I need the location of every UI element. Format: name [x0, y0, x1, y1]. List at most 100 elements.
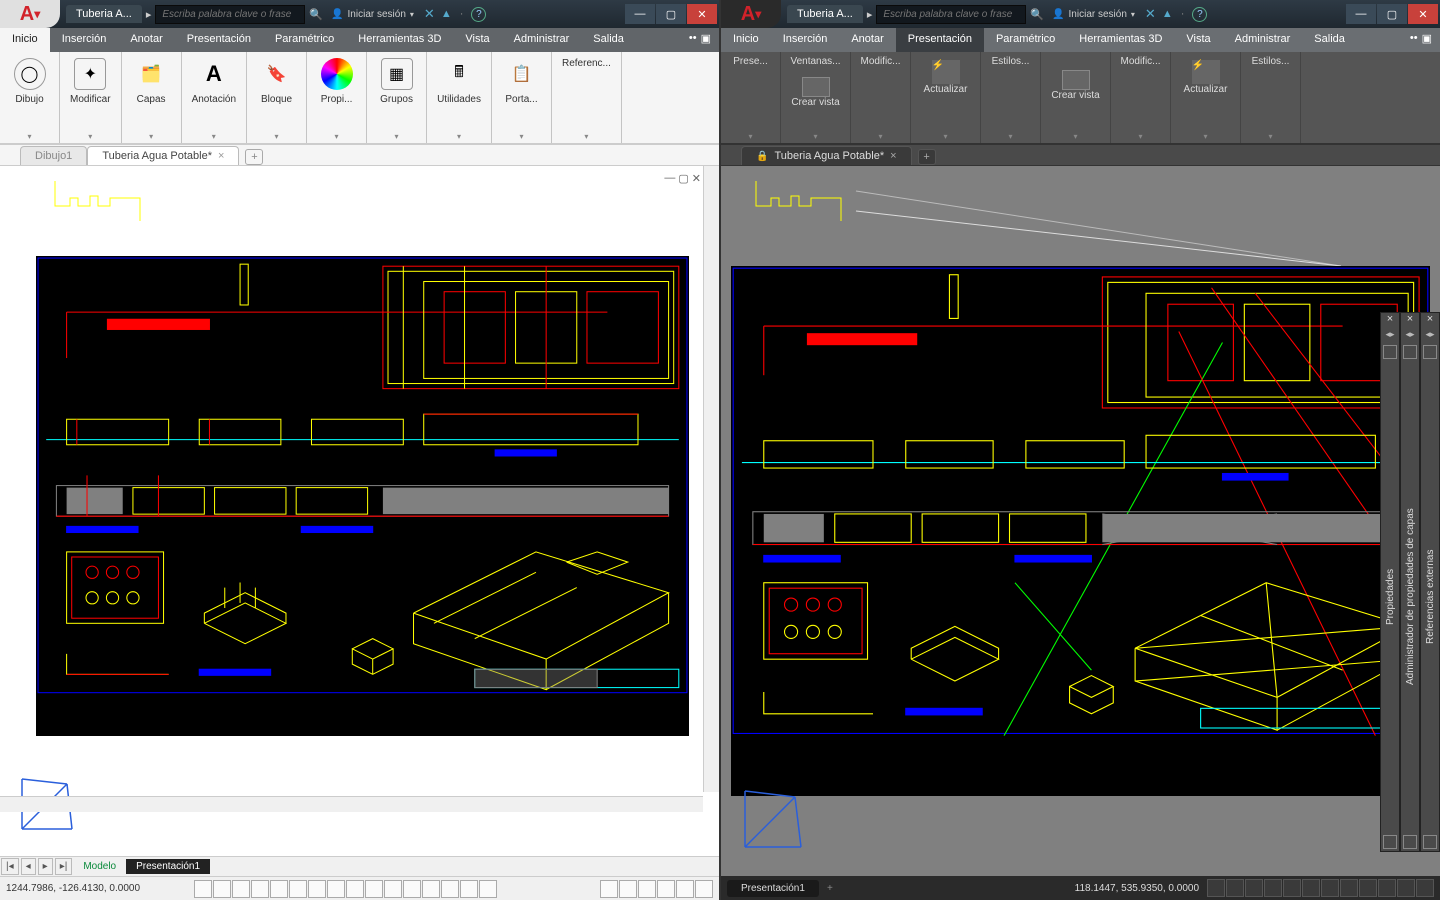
- menu-insercion[interactable]: Inserción: [771, 28, 840, 52]
- menu-vista[interactable]: Vista: [1174, 28, 1222, 52]
- sb-btn[interactable]: [232, 880, 250, 898]
- drawing-canvas[interactable]: × ◂▸ Propiedades × ◂▸ Administrador de p…: [721, 166, 1440, 876]
- sb-btn[interactable]: [676, 880, 694, 898]
- panel-estilos[interactable]: Estilos...▾: [981, 52, 1041, 143]
- maximize-button[interactable]: ▢: [656, 4, 686, 24]
- sb-btn[interactable]: [479, 880, 497, 898]
- layout-last-icon[interactable]: ▸|: [55, 858, 73, 875]
- sb-btn[interactable]: [1302, 879, 1320, 897]
- help-icon[interactable]: ?: [1192, 7, 1207, 22]
- close-button[interactable]: ✕: [1408, 4, 1438, 24]
- sb-btn[interactable]: [1397, 879, 1415, 897]
- panel-utilidades[interactable]: 🖩Utilidades▾: [427, 52, 492, 143]
- palette-menu-icon[interactable]: [1403, 345, 1417, 359]
- panel-actualizar2[interactable]: ⚡Actualizar▾: [1171, 52, 1241, 143]
- vp-close-icon[interactable]: ✕: [692, 172, 701, 185]
- sb-btn[interactable]: [422, 880, 440, 898]
- panel-bloque[interactable]: 🔖Bloque▾: [247, 52, 307, 143]
- app-logo[interactable]: A▾: [721, 0, 781, 28]
- sb-btn[interactable]: [1245, 879, 1263, 897]
- menu-salida[interactable]: Salida: [581, 28, 636, 52]
- sb-btn[interactable]: [1359, 879, 1377, 897]
- menu-administrar[interactable]: Administrar: [502, 28, 582, 52]
- palette-props-icon[interactable]: [1383, 835, 1397, 849]
- layout-add-icon[interactable]: +: [827, 883, 833, 894]
- cloud-icon[interactable]: ▲: [441, 8, 452, 20]
- close-button[interactable]: ✕: [687, 4, 717, 24]
- tab-play-icon[interactable]: ▸: [867, 8, 873, 21]
- layout-presentacion1[interactable]: Presentación1: [126, 859, 210, 874]
- panel-referencia[interactable]: Referenc...▾: [552, 52, 622, 143]
- sb-btn[interactable]: [251, 880, 269, 898]
- palette-pin-icon[interactable]: ◂▸: [1425, 329, 1434, 343]
- search-icon[interactable]: 🔍: [309, 8, 323, 21]
- menu-herramientas3d[interactable]: Herramientas 3D: [1067, 28, 1174, 52]
- palette-referencias[interactable]: × ◂▸ Referencias externas: [1420, 312, 1440, 852]
- sb-btn[interactable]: [308, 880, 326, 898]
- panel-grupos[interactable]: ▦Grupos▾: [367, 52, 427, 143]
- sb-btn[interactable]: [460, 880, 478, 898]
- menu-anotar[interactable]: Anotar: [118, 28, 174, 52]
- tab-close-icon[interactable]: ×: [890, 150, 896, 162]
- palette-close-icon[interactable]: ×: [1407, 313, 1413, 329]
- palette-capas[interactable]: × ◂▸ Administrador de propiedades de cap…: [1400, 312, 1420, 852]
- sb-btn[interactable]: [695, 880, 713, 898]
- sb-btn[interactable]: [657, 880, 675, 898]
- sb-btn[interactable]: [365, 880, 383, 898]
- sb-btn[interactable]: [213, 880, 231, 898]
- sb-btn[interactable]: [327, 880, 345, 898]
- menu-collapse-icon[interactable]: ▣: [701, 32, 711, 48]
- panel-anotacion[interactable]: AAnotación▾: [182, 52, 247, 143]
- menu-vista[interactable]: Vista: [453, 28, 501, 52]
- menu-insercion[interactable]: Inserción: [50, 28, 119, 52]
- layout-next-icon[interactable]: ▸: [38, 858, 53, 875]
- add-doc-tab[interactable]: +: [245, 149, 263, 165]
- sb-btn[interactable]: [1416, 879, 1434, 897]
- tab-close-icon[interactable]: ×: [218, 150, 224, 162]
- search-icon[interactable]: 🔍: [1030, 8, 1044, 21]
- doc-tab-tuberia[interactable]: 🔒Tuberia Agua Potable*×: [741, 146, 912, 165]
- sb-btn[interactable]: [346, 880, 364, 898]
- horizontal-scrollbar[interactable]: [0, 796, 703, 812]
- vp-maximize-icon[interactable]: ▢: [678, 172, 688, 185]
- sign-in-button[interactable]: 👤 Iniciar sesión ▾: [331, 9, 414, 20]
- vertical-scrollbar[interactable]: [703, 166, 719, 792]
- panel-modific[interactable]: Modific...▾: [851, 52, 911, 143]
- layout-presentacion1[interactable]: Presentación1: [727, 880, 819, 897]
- panel-dibujo[interactable]: ◯Dibujo▾: [0, 52, 60, 143]
- sb-btn[interactable]: [289, 880, 307, 898]
- menu-overflow-icon[interactable]: ••: [1410, 32, 1418, 48]
- vp-minimize-icon[interactable]: —: [664, 172, 675, 185]
- menu-inicio[interactable]: Inicio: [0, 28, 50, 52]
- sb-btn[interactable]: [194, 880, 212, 898]
- sb-btn[interactable]: [1207, 879, 1225, 897]
- minimize-button[interactable]: —: [625, 4, 655, 24]
- exchange-icon[interactable]: ✕: [424, 6, 435, 22]
- panel-modificar[interactable]: ✦Modificar▾: [60, 52, 122, 143]
- panel-modific2[interactable]: Modific...▾: [1111, 52, 1171, 143]
- menu-overflow-icon[interactable]: ••: [689, 32, 697, 48]
- sb-btn[interactable]: [441, 880, 459, 898]
- layout-modelo[interactable]: Modelo: [73, 859, 126, 874]
- sb-btn[interactable]: [1340, 879, 1358, 897]
- app-logo[interactable]: A▾: [0, 0, 60, 28]
- menu-anotar[interactable]: Anotar: [839, 28, 895, 52]
- panel-crearvista2[interactable]: Crear vista▾: [1041, 52, 1111, 143]
- palette-pin-icon[interactable]: ◂▸: [1385, 329, 1394, 343]
- drawing-canvas[interactable]: —▢ ✕: [0, 166, 719, 856]
- palette-close-icon[interactable]: ×: [1387, 313, 1393, 329]
- keyword-search-input[interactable]: [876, 5, 1026, 24]
- doc-tab-dibujo1[interactable]: Dibujo1: [20, 146, 87, 165]
- menu-parametrico[interactable]: Paramétrico: [984, 28, 1067, 52]
- exchange-icon[interactable]: ✕: [1145, 6, 1156, 22]
- panel-actualizar1[interactable]: ⚡Actualizar▾: [911, 52, 981, 143]
- palette-pin-icon[interactable]: ◂▸: [1405, 329, 1414, 343]
- sb-btn[interactable]: [619, 880, 637, 898]
- menu-parametrico[interactable]: Paramétrico: [263, 28, 346, 52]
- sb-btn[interactable]: [1283, 879, 1301, 897]
- cloud-icon[interactable]: ▲: [1162, 8, 1173, 20]
- menu-collapse-icon[interactable]: ▣: [1422, 32, 1432, 48]
- palette-menu-icon[interactable]: [1383, 345, 1397, 359]
- panel-prese[interactable]: Prese...▾: [721, 52, 781, 143]
- menu-salida[interactable]: Salida: [1302, 28, 1357, 52]
